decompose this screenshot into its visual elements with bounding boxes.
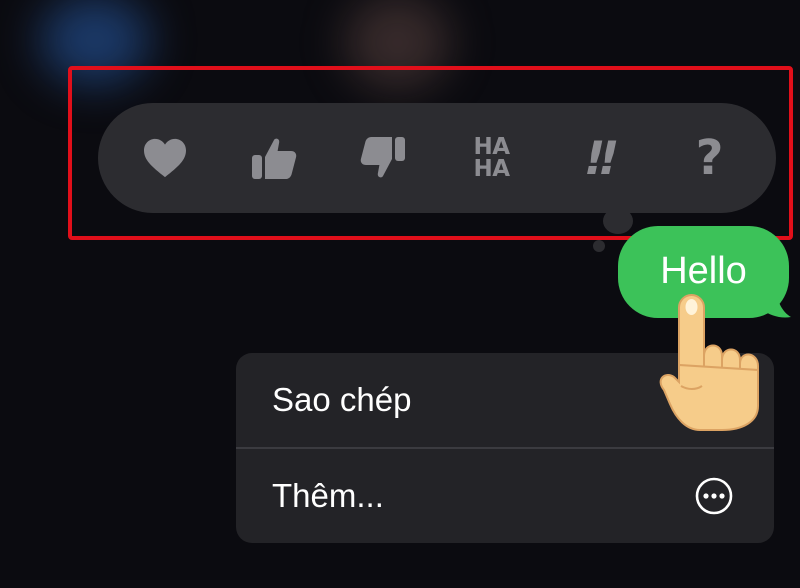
ellipsis-circle-icon (695, 477, 733, 515)
highlight-box (68, 66, 793, 240)
more-menu-item[interactable]: Thêm... (236, 449, 774, 543)
copy-label: Sao chép (272, 381, 412, 418)
more-label: Thêm... (272, 477, 384, 514)
message-text: Hello (660, 249, 747, 292)
tapback-tail-dot (593, 240, 605, 252)
pointing-hand-icon (659, 294, 759, 431)
